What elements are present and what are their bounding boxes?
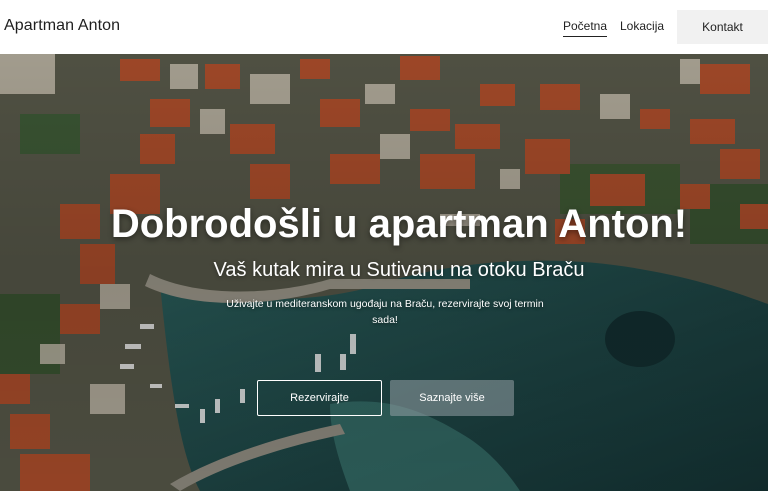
nav-link-location[interactable]: Lokacija — [620, 19, 664, 33]
nav-link-home[interactable]: Početna — [563, 19, 608, 37]
contact-button[interactable]: Kontakt — [677, 10, 768, 44]
site-brand[interactable]: Apartman Anton — [4, 17, 120, 35]
hero-subtitle: Vaš kutak mira u Sutivanu na otoku Braču — [213, 259, 585, 281]
hero-description: Uživajte u mediteranskom ugođaju na Brač… — [226, 298, 544, 326]
hero-section: Dobrodošli u apartman Anton! Vaš kutak m… — [0, 54, 768, 491]
hero-title: Dobrodošli u apartman Anton! — [110, 202, 688, 246]
learn-more-button[interactable]: Saznajte više — [390, 380, 514, 416]
site-header: Apartman Anton Početna Lokacija Kontakt — [0, 0, 768, 54]
reserve-button[interactable]: Rezervirajte — [257, 380, 382, 416]
